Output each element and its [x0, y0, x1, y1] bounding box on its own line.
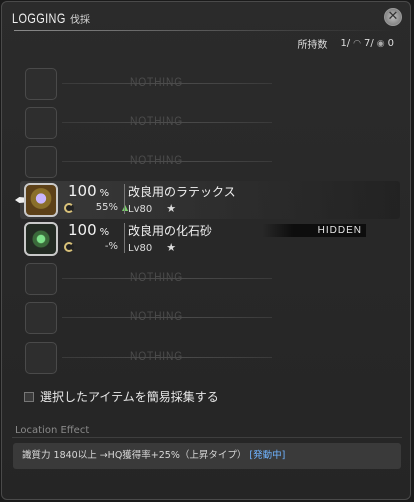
star-icon: ★ [166, 202, 177, 215]
gather-slot-empty[interactable]: NOTHING [20, 104, 400, 142]
empty-slot-icon [25, 263, 57, 295]
inventory-bag-icon: ◠ [353, 38, 362, 49]
inventory-slots-b-value: 0 [387, 38, 394, 49]
empty-slot-icon [25, 146, 57, 178]
hq-icon [64, 241, 74, 252]
gather-rate-unit: % [99, 188, 110, 199]
hq-rate: -% [64, 241, 118, 252]
latex-icon [24, 183, 58, 217]
hq-rate-value: -% [104, 241, 118, 252]
gather-slot-empty[interactable]: NOTHING [20, 260, 400, 298]
gather-item-fossil-sand[interactable]: 100% -% 改良用の化石砂 HIDDEN Lv80 ★ [20, 220, 400, 258]
quick-gather-label: 選択したアイテムを簡易採集する [40, 390, 219, 404]
inventory-count: 所持数 1/ ◠ 7/ ◉ 0 [297, 36, 394, 51]
location-effect-box: 識質力 1840以上 →HQ獲得率+25%（上昇タイプ） [発動中] [13, 443, 401, 469]
gather-rate: 100% [68, 182, 109, 200]
item-level-value: Lv80 [128, 243, 153, 254]
gather-item-latex[interactable]: 100% 55% ▲ 改良用のラテックス Lv80 ★ [15, 181, 400, 219]
hq-rate: 55% ▲ [64, 202, 128, 213]
star-icon: ★ [166, 241, 177, 254]
empty-slot-icon [25, 107, 57, 139]
window-title: LOGGING 伐採 [12, 10, 90, 26]
location-effect-status: [発動中] [249, 450, 286, 461]
hidden-tag: HIDDEN [262, 224, 366, 237]
empty-slot-icon [25, 342, 57, 374]
item-level: Lv80 ★ [128, 202, 176, 215]
header-divider [14, 30, 394, 31]
nothing-label: NOTHING [130, 75, 183, 89]
gather-slot-empty[interactable]: NOTHING [20, 143, 400, 181]
location-effect-text: 識質力 1840以上 →HQ獲得率+25%（上昇タイプ） [22, 450, 247, 461]
item-divider [124, 223, 125, 253]
fossil-sand-icon [24, 222, 58, 256]
location-effect-label: Location Effect [15, 425, 90, 436]
item-divider [124, 184, 125, 214]
close-icon: ✕ [387, 9, 399, 24]
window-title-sub: 伐採 [70, 15, 90, 26]
gather-rate-unit: % [99, 227, 110, 238]
inventory-count-value: 1/ [340, 38, 351, 49]
quick-gather-option[interactable]: 選択したアイテムを簡易採集する [24, 388, 219, 405]
quick-gather-checkbox[interactable] [24, 391, 34, 402]
item-name: 改良用の化石砂 [128, 224, 213, 238]
window-title-main: LOGGING [12, 10, 66, 26]
empty-slot-icon [25, 302, 57, 334]
location-effect-divider [12, 437, 402, 438]
nothing-label: NOTHING [130, 114, 183, 128]
close-button[interactable]: ✕ [384, 8, 402, 26]
empty-slot-icon [25, 68, 57, 100]
gather-rate-value: 100 [68, 182, 97, 200]
hq-rate-value: 55% [95, 202, 118, 213]
gather-slot-empty[interactable]: NOTHING [20, 65, 400, 103]
gather-rate-value: 100 [68, 221, 97, 239]
gather-slot-empty[interactable]: NOTHING [20, 299, 400, 337]
item-name: 改良用のラテックス [128, 185, 236, 199]
inventory-crystal-icon: ◉ [376, 38, 385, 49]
gather-rate: 100% [68, 221, 109, 239]
hq-icon [64, 202, 74, 213]
inventory-label: 所持数 [297, 40, 328, 51]
gathering-window: LOGGING 伐採 ✕ 所持数 1/ ◠ 7/ ◉ 0 NOTHING NOT… [1, 1, 411, 500]
nothing-label: NOTHING [130, 309, 183, 323]
item-level-value: Lv80 [128, 204, 153, 215]
nothing-label: NOTHING [130, 270, 183, 284]
gather-slot-empty[interactable]: NOTHING [20, 339, 400, 377]
item-level: Lv80 ★ [128, 241, 176, 254]
inventory-slots-value: 7/ [364, 38, 374, 49]
nothing-label: NOTHING [130, 349, 183, 363]
nothing-label: NOTHING [130, 153, 183, 167]
